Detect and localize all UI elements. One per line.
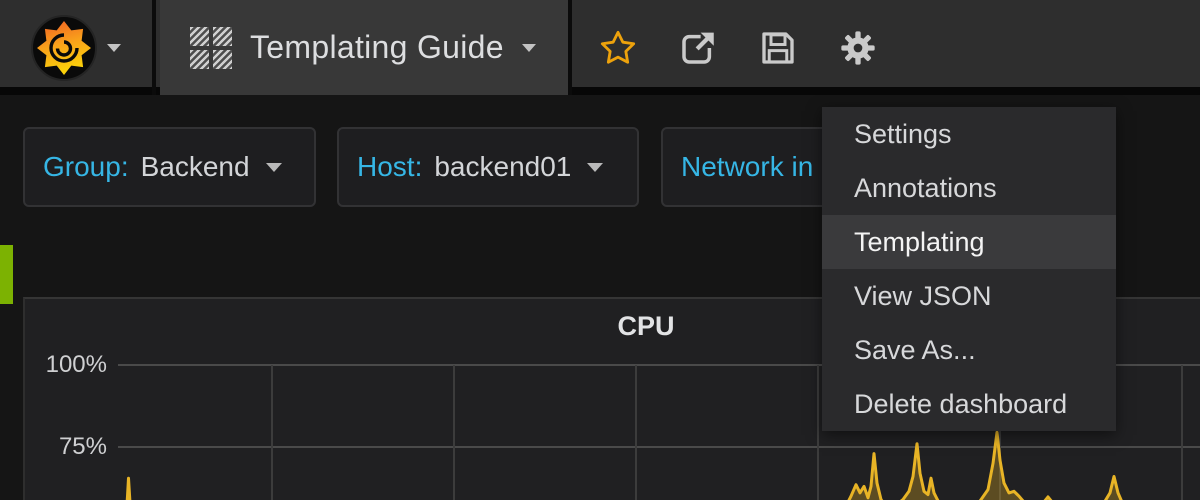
settings-gear-button[interactable]: [818, 0, 898, 95]
dashboard-grid-icon: [190, 27, 232, 69]
menu-item-delete-dashboard[interactable]: Delete dashboard: [822, 377, 1116, 431]
menu-item-view-json[interactable]: View JSON: [822, 269, 1116, 323]
cpu-series-fill: [118, 432, 1200, 500]
gear-icon: [838, 28, 878, 68]
menu-item-templating[interactable]: Templating: [822, 215, 1116, 269]
variable-label: Group:: [43, 151, 129, 183]
row-collapse-handle[interactable]: [0, 245, 13, 304]
chevron-down-icon: [522, 44, 536, 52]
grafana-dashboard: CPU 100%75% Group: Backend Host: backend…: [0, 0, 1200, 500]
chevron-down-icon: [107, 44, 121, 52]
menu-item-save-as[interactable]: Save As...: [822, 323, 1116, 377]
variable-picker-group[interactable]: Group: Backend: [23, 127, 316, 207]
chevron-down-icon: [587, 163, 603, 172]
grafana-logo-icon: [31, 15, 97, 81]
variable-value: backend01: [434, 151, 571, 183]
dashboard-title: Templating Guide: [250, 29, 504, 66]
variable-picker-host[interactable]: Host: backend01: [337, 127, 639, 207]
menu-item-annotations[interactable]: Annotations: [822, 161, 1116, 215]
top-navbar: Templating Guide: [0, 0, 1200, 95]
share-button[interactable]: [658, 0, 738, 95]
grafana-logo-button[interactable]: [0, 0, 156, 95]
share-icon: [677, 27, 719, 69]
save-button[interactable]: [738, 0, 818, 95]
menu-item-settings[interactable]: Settings: [822, 107, 1116, 161]
dashboard-title-picker[interactable]: Templating Guide: [160, 0, 572, 95]
variable-label: Network in: [681, 151, 813, 183]
cpu-series-line: [118, 432, 1200, 500]
chevron-down-icon: [266, 163, 282, 172]
variable-value: Backend: [141, 151, 250, 183]
variable-label: Host:: [357, 151, 422, 183]
dashboard-settings-menu: Settings Annotations Templating View JSO…: [822, 107, 1116, 431]
save-icon: [757, 27, 799, 69]
star-icon: [598, 28, 638, 68]
navbar-actions: [578, 0, 898, 95]
star-button[interactable]: [578, 0, 658, 95]
